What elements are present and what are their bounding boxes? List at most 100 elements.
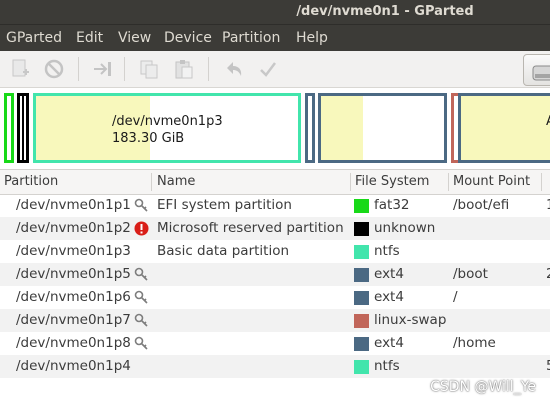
- partition-path: /dev/nvme0n1p8: [16, 335, 131, 351]
- filesystem-color-swatch: [354, 199, 369, 213]
- partition-name: [157, 309, 350, 332]
- partition-block-size: 183.30 GiB: [112, 131, 185, 146]
- filesystem-color-swatch: [354, 360, 369, 374]
- key-icon: [134, 263, 152, 286]
- paste-icon: [175, 60, 193, 79]
- table-row[interactable]: /dev/nvme0n1p6 ext4 /: [0, 286, 550, 309]
- partition-list: /dev/nvme0n1p1 EFI system partition fat3…: [0, 194, 550, 378]
- menu-partition[interactable]: Partition: [222, 25, 280, 51]
- filesystem: ext4: [374, 289, 404, 305]
- filesystem-color-swatch: [354, 222, 369, 236]
- filesystem: unknown: [374, 220, 436, 236]
- filesystem-color-swatch: [354, 268, 369, 282]
- undo-button[interactable]: [222, 57, 246, 81]
- column-filesystem[interactable]: File System: [355, 170, 429, 194]
- key-icon: [134, 194, 152, 217]
- toolbar-separator: [208, 57, 209, 81]
- mount-point: [453, 355, 538, 378]
- table-row[interactable]: /dev/nvme0n1p5 ext4 /boot 2: [0, 263, 550, 286]
- mount-point: [453, 217, 538, 240]
- warning-icon: [134, 217, 152, 240]
- toolbar-separator: [124, 57, 125, 81]
- filesystem: fat32: [374, 197, 410, 213]
- partition-path: /dev/nvme0n1p5: [16, 266, 131, 282]
- column-separator[interactable]: [448, 173, 449, 191]
- menu-bar: GParted Edit View Device Partition Help: [0, 24, 550, 51]
- column-separator[interactable]: [151, 173, 152, 191]
- apply-button[interactable]: [256, 57, 280, 81]
- partition-name: Basic data partition: [157, 243, 290, 259]
- paste-button[interactable]: [172, 57, 196, 81]
- key-icon: [134, 332, 152, 355]
- partition-path: /dev/nvme0n1p3: [16, 243, 131, 259]
- used-space-bar: [321, 96, 363, 160]
- column-name[interactable]: Name: [157, 170, 195, 194]
- menu-device[interactable]: Device: [164, 25, 212, 51]
- key-icon: [134, 286, 152, 309]
- new-partition-button[interactable]: [8, 57, 32, 81]
- window-title: /dev/nvme0n1 - GParted: [296, 4, 474, 19]
- table-row[interactable]: /dev/nvme0n1p4 ntfs 5: [0, 355, 550, 378]
- partition-path: /dev/nvme0n1p7: [16, 312, 131, 328]
- delete-partition-button[interactable]: [42, 57, 66, 81]
- partition-block-p2[interactable]: [17, 93, 29, 163]
- partition-name: [157, 263, 350, 286]
- partition-block-p5[interactable]: [305, 93, 315, 163]
- disk-partition-map: /dev/nvme0n1p3 183.30 GiB A: [0, 88, 550, 168]
- mount-point: /: [453, 289, 458, 305]
- checkmark-icon: [260, 62, 276, 77]
- mount-point: [453, 240, 538, 263]
- toolbar: [0, 51, 550, 88]
- copy-button[interactable]: [137, 57, 161, 81]
- menu-gparted[interactable]: GParted: [6, 25, 62, 51]
- table-row[interactable]: /dev/nvme0n1p2 Microsoft reserved partit…: [0, 217, 550, 240]
- column-partition[interactable]: Partition: [4, 170, 58, 194]
- partition-block-p3[interactable]: /dev/nvme0n1p3 183.30 GiB: [33, 93, 301, 163]
- mount-point: [453, 309, 538, 332]
- used-space-bar: [461, 96, 550, 160]
- column-mount-point[interactable]: Mount Point: [453, 170, 530, 194]
- mount-point: /boot/efi: [453, 197, 510, 213]
- partition-name: [157, 332, 350, 355]
- filesystem-color-swatch: [354, 337, 369, 351]
- toolbar-separator: [78, 57, 79, 81]
- key-icon: [134, 309, 152, 332]
- partition-path: /dev/nvme0n1p1: [16, 197, 131, 213]
- column-separator[interactable]: [350, 173, 351, 191]
- filesystem: ntfs: [374, 358, 400, 374]
- resize-move-button[interactable]: [90, 57, 114, 81]
- partition-path: /dev/nvme0n1p6: [16, 289, 131, 305]
- partition-block-p1[interactable]: [4, 93, 14, 163]
- filesystem-color-swatch: [354, 314, 369, 328]
- partition-list-header: Partition Name File System Mount Point: [0, 169, 550, 195]
- menu-edit[interactable]: Edit: [76, 25, 103, 51]
- table-row[interactable]: /dev/nvme0n1p7 linux-swap: [0, 309, 550, 332]
- table-row[interactable]: /dev/nvme0n1p3 Basic data partition ntfs: [0, 240, 550, 263]
- truncated-cell: 1: [546, 194, 550, 217]
- partition-block-edge-label: A: [546, 113, 550, 130]
- partition-path: /dev/nvme0n1p2: [16, 220, 131, 236]
- partition-block-p8[interactable]: A: [458, 93, 550, 163]
- partition-name: Microsoft reserved partition: [157, 220, 344, 236]
- truncated-cell: 5: [546, 355, 550, 378]
- harddisk-icon: [532, 65, 550, 81]
- partition-name: [157, 355, 350, 378]
- resize-move-icon: [94, 62, 111, 76]
- mount-point: /boot: [453, 266, 488, 282]
- watermark: CSDN @Will_Ye: [430, 379, 536, 395]
- undo-icon: [227, 62, 242, 76]
- column-separator[interactable]: [541, 173, 542, 191]
- table-row[interactable]: /dev/nvme0n1p8 ext4 /home: [0, 332, 550, 355]
- truncated-cell: 2: [546, 263, 550, 286]
- filesystem: linux-swap: [374, 312, 447, 328]
- mount-point: /home: [453, 335, 496, 351]
- device-selector-button[interactable]: [523, 54, 550, 86]
- filesystem: ext4: [374, 335, 404, 351]
- partition-block-p6[interactable]: [318, 93, 447, 163]
- menu-help[interactable]: Help: [296, 25, 328, 51]
- partition-name: [157, 286, 350, 309]
- menu-view[interactable]: View: [118, 25, 151, 51]
- table-row[interactable]: /dev/nvme0n1p1 EFI system partition fat3…: [0, 194, 550, 217]
- filesystem: ext4: [374, 266, 404, 282]
- copy-icon: [140, 60, 158, 79]
